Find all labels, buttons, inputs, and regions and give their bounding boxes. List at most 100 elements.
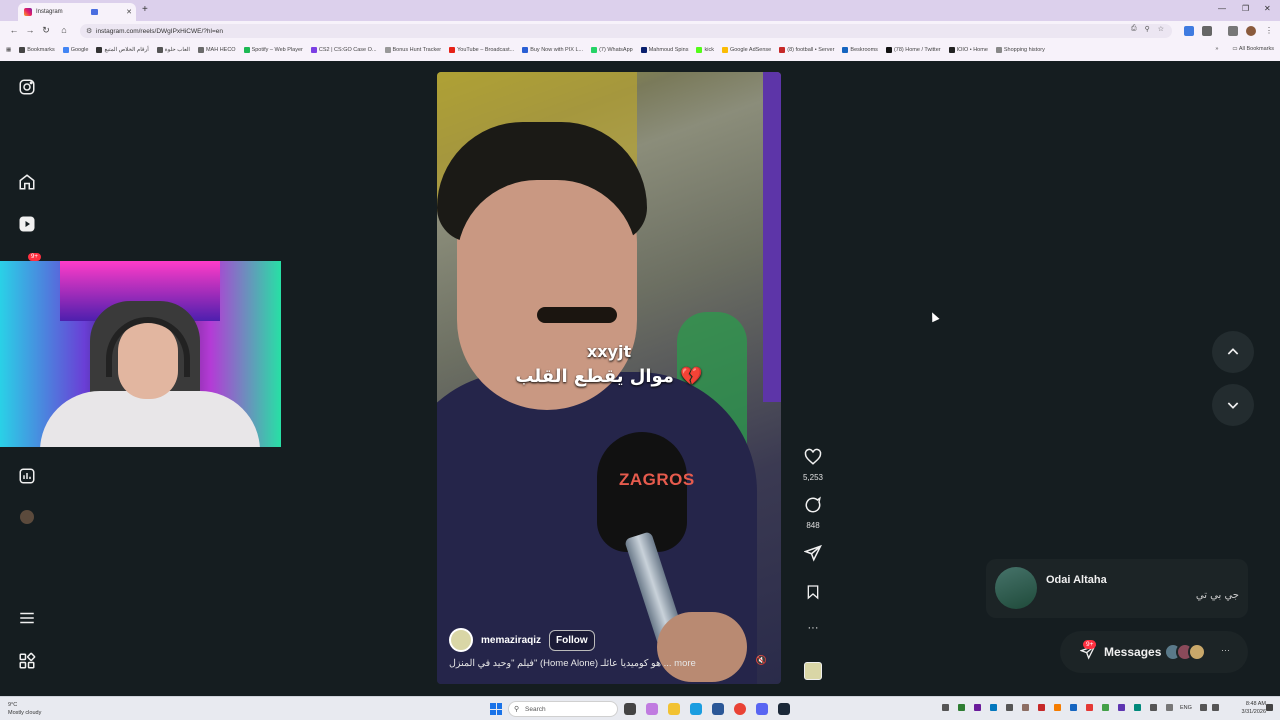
- previous-reel-button[interactable]: [1212, 331, 1254, 373]
- message-notification[interactable]: Odai Altaha جي بي تي: [986, 559, 1248, 618]
- chevron-up-icon[interactable]: [1225, 344, 1241, 360]
- input-language[interactable]: ENG: [1180, 705, 1192, 711]
- reels-nav-icon[interactable]: [17, 214, 37, 234]
- edge-icon[interactable]: [690, 703, 702, 715]
- menu-icon[interactable]: [17, 608, 37, 628]
- tray-app-icon[interactable]: [942, 704, 949, 711]
- zoom-icon[interactable]: ⚲: [1145, 25, 1150, 33]
- maximize-button[interactable]: ❐: [1242, 4, 1249, 13]
- extensions-puzzle-icon[interactable]: [1202, 26, 1212, 36]
- tray-app-icon[interactable]: [1022, 704, 1029, 711]
- tray-app-icon[interactable]: [1150, 704, 1157, 711]
- site-info-icon[interactable]: ⚙: [86, 27, 92, 35]
- tab-media-icon[interactable]: [90, 9, 98, 15]
- messages-button[interactable]: Messages: [1060, 631, 1248, 673]
- store-icon[interactable]: [712, 703, 724, 715]
- media-controls-icon[interactable]: [1228, 26, 1238, 36]
- reload-icon[interactable]: ↻: [41, 25, 51, 36]
- tray-app-icon[interactable]: [1054, 704, 1061, 711]
- new-tab-button[interactable]: +: [142, 4, 148, 15]
- bookmark-item[interactable]: IOIO • Home: [948, 47, 988, 53]
- more-apps-icon[interactable]: [17, 651, 37, 671]
- bookmark-item[interactable]: MAH HECO: [197, 47, 236, 53]
- heart-icon[interactable]: [804, 448, 822, 466]
- chevron-down-icon[interactable]: [1225, 397, 1241, 413]
- follow-button[interactable]: Follow: [549, 629, 595, 651]
- apps-grid-icon[interactable]: ▦: [6, 47, 11, 53]
- bookmark-item[interactable]: Google AdSense: [721, 47, 771, 53]
- file-explorer-icon[interactable]: [668, 703, 680, 715]
- bookmark-item[interactable]: Bonus Hunt Tracker: [384, 47, 441, 53]
- bookmark-item[interactable]: العاب حلوة: [156, 47, 190, 53]
- profile-avatar-icon[interactable]: [1246, 26, 1256, 36]
- like-button[interactable]: 5,253: [800, 448, 826, 482]
- bookmark-item[interactable]: Spotify – Web Player: [243, 47, 303, 53]
- tray-app-icon[interactable]: [1086, 704, 1093, 711]
- bookmark-icon[interactable]: [805, 583, 821, 601]
- back-icon[interactable]: ←: [9, 25, 19, 35]
- profile-nav-icon[interactable]: [17, 507, 37, 527]
- tab-instagram[interactable]: Instagram ✕: [18, 3, 136, 21]
- bookmark-item[interactable]: CS2 | CS:GO Case O...: [310, 47, 377, 53]
- next-reel-button[interactable]: [1212, 384, 1254, 426]
- clock[interactable]: 8:48 AM 3/31/2026: [1242, 700, 1266, 716]
- steam-icon[interactable]: [778, 703, 790, 715]
- weather-widget[interactable]: 9°C Mostly cloudy: [8, 701, 41, 717]
- reel-video[interactable]: ZAGROS xxyjt موال يقطع القلب 💔 memaziraq…: [437, 72, 781, 684]
- share-button[interactable]: [800, 544, 826, 567]
- author-avatar[interactable]: [449, 628, 473, 652]
- save-button[interactable]: [800, 583, 826, 606]
- chrome-icon[interactable]: [734, 703, 746, 715]
- extension-icon[interactable]: [1184, 26, 1194, 36]
- minimize-button[interactable]: —: [1218, 4, 1226, 13]
- speaker-icon[interactable]: [1212, 704, 1219, 711]
- comment-icon[interactable]: [804, 496, 822, 514]
- send-icon[interactable]: [803, 544, 822, 562]
- forward-icon[interactable]: →: [25, 25, 35, 35]
- bookmark-item[interactable]: Shopping history: [995, 47, 1045, 53]
- tray-app-icon[interactable]: [958, 704, 965, 711]
- task-view-icon[interactable]: [624, 703, 636, 715]
- tray-app-icon[interactable]: [1038, 704, 1045, 711]
- bookmark-item[interactable]: Mahmoud Spins: [640, 47, 688, 53]
- bookmark-item[interactable]: (7) WhatsApp: [591, 47, 633, 53]
- tray-app-icon[interactable]: [974, 704, 981, 711]
- home-nav-icon[interactable]: [17, 172, 37, 192]
- more-options-button[interactable]: ···: [800, 622, 826, 634]
- home-icon[interactable]: ⌂: [59, 25, 69, 35]
- bookmark-item[interactable]: (78) Home / Twitter: [885, 47, 941, 53]
- copilot-icon[interactable]: [646, 703, 658, 715]
- bookmark-item[interactable]: Beskrooms: [842, 47, 878, 53]
- close-window-button[interactable]: ✕: [1264, 4, 1271, 13]
- close-tab-icon[interactable]: ✕: [126, 8, 132, 16]
- taskbar-search[interactable]: ⚲ Search: [508, 701, 618, 717]
- comment-button[interactable]: 848: [800, 496, 826, 530]
- tray-app-icon[interactable]: [1006, 704, 1013, 711]
- bookmark-item[interactable]: YouTube – Broadcast...: [449, 47, 514, 53]
- tray-app-icon[interactable]: [1134, 704, 1141, 711]
- audio-thumbnail[interactable]: [804, 662, 822, 680]
- bookmarks-overflow-icon[interactable]: »: [1215, 46, 1218, 52]
- tray-app-icon[interactable]: [1102, 704, 1109, 711]
- install-app-icon[interactable]: ⎙: [1131, 25, 1137, 33]
- address-bar[interactable]: ⚙ instagram.com/reels/DWgIPxHiCWE/?hl=en…: [80, 24, 1172, 38]
- network-icon[interactable]: [1200, 704, 1207, 711]
- bookmark-item[interactable]: kick: [696, 47, 714, 53]
- insights-nav-icon[interactable]: [17, 466, 37, 486]
- bookmark-item[interactable]: أرقام الخلاص المتبع: [96, 47, 149, 53]
- all-bookmarks-button[interactable]: » ▭ All Bookmarks: [1215, 46, 1274, 52]
- tray-app-icon[interactable]: [990, 704, 997, 711]
- author-username[interactable]: memaziraqiz: [481, 635, 541, 646]
- tray-app-icon[interactable]: [1118, 704, 1125, 711]
- notifications-icon[interactable]: [1266, 704, 1273, 711]
- bookmark-star-icon[interactable]: ☆: [1158, 25, 1164, 33]
- mute-icon[interactable]: 🔇: [756, 655, 767, 666]
- tray-app-icon[interactable]: [1070, 704, 1077, 711]
- instagram-logo-icon[interactable]: [17, 77, 37, 97]
- bookmark-item[interactable]: Buy Now with PIX L...: [522, 47, 583, 53]
- bookmark-item[interactable]: Bookmarks: [19, 47, 55, 53]
- bookmark-item[interactable]: Google: [62, 47, 88, 53]
- volume-icon[interactable]: [1166, 704, 1173, 711]
- reel-caption[interactable]: فيلم "وحيد في المنزل" (Home Alone) هو كو…: [449, 658, 739, 669]
- bookmark-item[interactable]: (8) football • Server: [779, 47, 834, 53]
